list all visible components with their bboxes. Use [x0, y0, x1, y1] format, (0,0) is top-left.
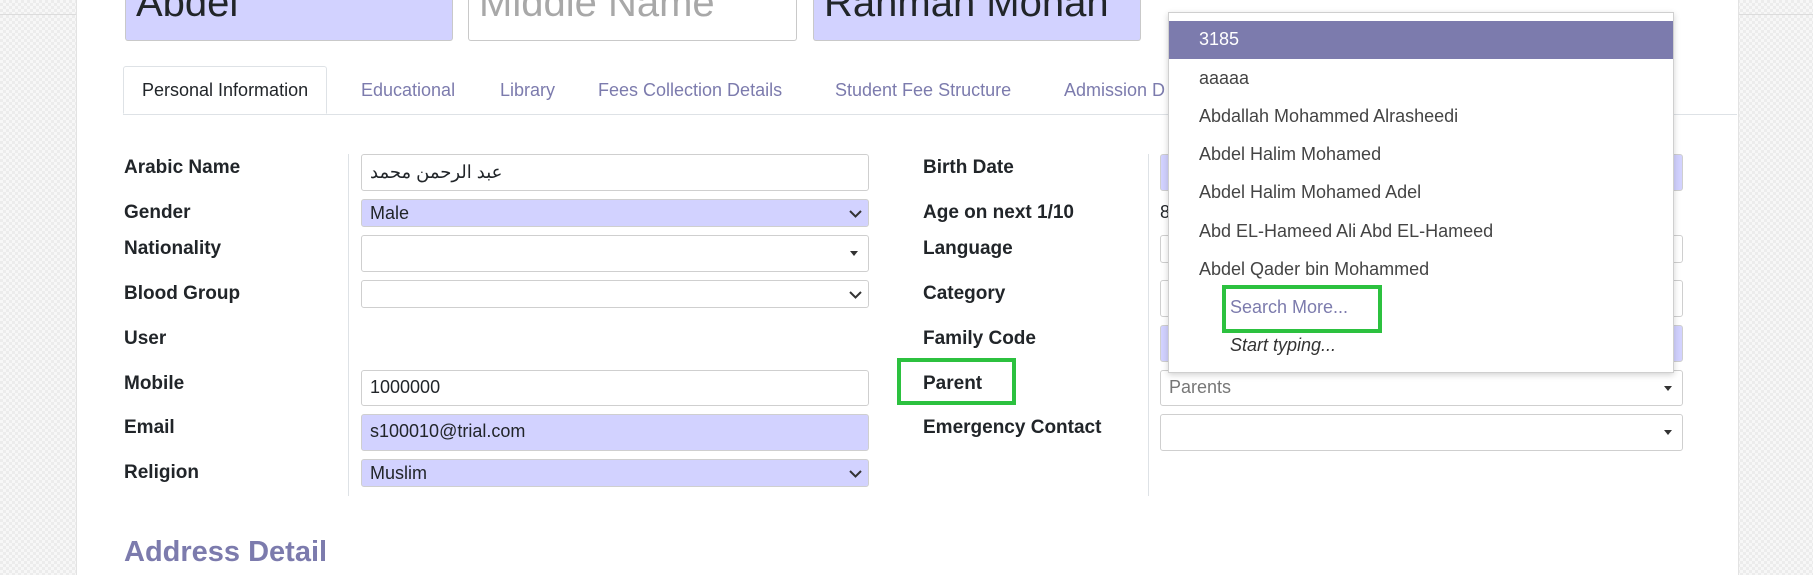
dropdown-arrow-icon: [850, 251, 858, 256]
chevron-down-icon: [849, 291, 862, 299]
emergency-contact-input[interactable]: [1160, 414, 1683, 451]
blood-group-select[interactable]: [361, 280, 869, 308]
middle-name-placeholder: Middle Name: [479, 0, 715, 25]
nationality-select[interactable]: [361, 235, 869, 272]
middle-name-field[interactable]: Middle Name: [468, 0, 797, 41]
language-label: Language: [923, 238, 1013, 259]
last-name-field[interactable]: Rahman Mohan: [813, 0, 1141, 41]
age-label: Age on next 1/10: [923, 202, 1074, 223]
family-code-label: Family Code: [923, 328, 1036, 349]
tab-fees-collection-details[interactable]: Fees Collection Details: [598, 66, 782, 114]
email-value: s100010@trial.com: [370, 421, 526, 441]
religion-select[interactable]: Muslim: [361, 459, 869, 487]
religion-label: Religion: [124, 462, 199, 483]
gender-value: Male: [370, 203, 410, 223]
chevron-down-icon: [849, 470, 862, 478]
tab-educational[interactable]: Educational: [361, 66, 455, 114]
parent-input[interactable]: Parents: [1160, 370, 1683, 406]
dropdown-item[interactable]: aaaaa: [1199, 68, 1249, 89]
dropdown-item[interactable]: Abd EL-Hameed Ali Abd EL-Hameed: [1199, 221, 1493, 242]
arabic-name-input[interactable]: عبد الرحمن محمد: [361, 154, 869, 191]
address-detail-heading: Address Detail: [124, 536, 328, 568]
dropdown-item[interactable]: Abdel Halim Mohamed: [1199, 144, 1381, 165]
dropdown-arrow-icon: [1664, 430, 1672, 435]
dropdown-item-selected-bg: [1169, 21, 1673, 59]
arabic-name-label: Arabic Name: [124, 157, 241, 178]
gender-label: Gender: [124, 202, 191, 223]
tab-personal-information[interactable]: Personal Information: [123, 66, 328, 114]
dropdown-item[interactable]: Abdallah Mohammed Alrasheedi: [1199, 106, 1458, 127]
religion-value: Muslim: [370, 463, 427, 483]
first-name-value: Abdel: [136, 0, 239, 25]
parent-highlight-box: [897, 358, 1016, 405]
category-label: Category: [923, 283, 1006, 304]
dropdown-item[interactable]: Abdel Halim Mohamed Adel: [1199, 182, 1421, 203]
start-typing-hint: Start typing...: [1230, 335, 1337, 355]
gender-select[interactable]: Male: [361, 199, 869, 227]
email-input[interactable]: s100010@trial.com: [361, 414, 869, 451]
chevron-down-icon: [849, 210, 862, 218]
emergency-contact-label: Emergency Contact: [923, 417, 1102, 438]
dropdown-item[interactable]: 3185: [1199, 29, 1239, 50]
tab-student-fee-structure[interactable]: Student Fee Structure: [835, 66, 1011, 114]
tab-admission-details[interactable]: Admission D: [1064, 66, 1165, 114]
left-column-divider: [348, 154, 349, 496]
nationality-label: Nationality: [124, 238, 222, 259]
right-column-divider: [1148, 154, 1149, 496]
email-label: Email: [124, 417, 175, 438]
user-label: User: [124, 328, 167, 349]
mobile-label: Mobile: [124, 373, 185, 394]
blood-group-label: Blood Group: [124, 283, 241, 304]
birth-date-label: Birth Date: [923, 157, 1014, 178]
mobile-input[interactable]: 1000000: [361, 370, 869, 406]
first-name-field[interactable]: Abdel: [125, 0, 453, 41]
dropdown-item[interactable]: Abdel Qader bin Mohammed: [1199, 259, 1429, 280]
last-name-value: Rahman Mohan: [824, 0, 1109, 25]
search-more-highlight-box: [1222, 285, 1382, 333]
arabic-name-value: عبد الرحمن محمد: [370, 162, 503, 182]
parent-placeholder: Parents: [1169, 377, 1232, 397]
mobile-value: 1000000: [370, 377, 441, 397]
dropdown-arrow-icon: [1664, 386, 1672, 391]
tab-library[interactable]: Library: [500, 66, 555, 114]
